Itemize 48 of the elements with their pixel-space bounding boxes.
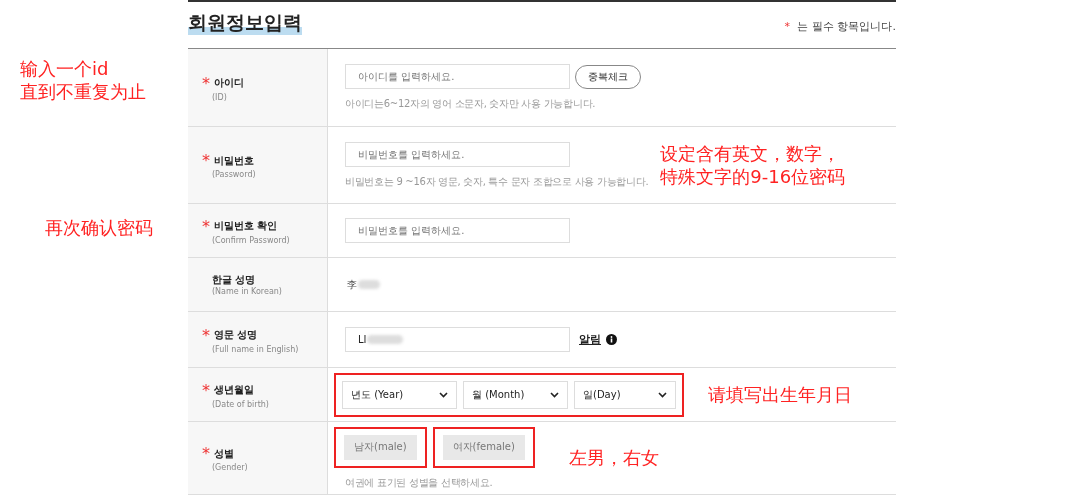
notice-link[interactable]: 알림 (579, 332, 601, 347)
field-sublabel: (Date of birth) (212, 399, 270, 409)
required-mark: * (202, 325, 210, 345)
caret-icon (550, 391, 559, 398)
field-sublabel: (Full name in English) (212, 344, 300, 354)
field-label: 비밀번호 (214, 153, 254, 168)
required-mark: * (202, 380, 210, 400)
password-field[interactable]: 비밀번호를 입력하세요. (345, 141, 570, 167)
gender-button[interactable]: 여자(female) (442, 434, 525, 460)
field-hint: 비밀번호는 9 ~16자 영문, 숫자, 특수 문자 조합으로 사용 가능합니다. (345, 174, 649, 189)
field-label: 한글 성명 (212, 273, 256, 287)
field-hint: 아이디는6~12자의 영어 소문자, 숫자만 사용 가능합니다. (345, 97, 597, 111)
field-label: 생년월일 (214, 383, 254, 397)
annotation-note: 特殊文字的9-16位密码 (660, 165, 846, 189)
field-label: 비밀번호 확인 (214, 219, 278, 233)
field-sublabel: (Confirm Password) (212, 235, 291, 245)
field-sublabel: (Gender) (212, 463, 249, 472)
field-sublabel: (ID) (212, 92, 228, 102)
field-sublabel: (Name in Korean) (212, 287, 283, 296)
duplicate-check-button[interactable]: 중복체크 (575, 64, 641, 89)
required-mark: * (202, 216, 210, 236)
field-label: 성별 (214, 446, 234, 461)
name-field[interactable]: LI (345, 327, 570, 352)
annotation-note: 请填写出生年月日 (708, 382, 852, 407)
annotation-note: 设定含有英文，数字， (660, 141, 841, 165)
password-field[interactable]: 비밀번호를 입력하세요. (345, 218, 570, 243)
date-select[interactable]: 년도 (Year) (342, 380, 457, 409)
name-value: 李 (347, 277, 357, 292)
field-label: 영문 성명 (214, 328, 258, 342)
required-note: * 는 필수 항목입니다. (784, 19, 896, 35)
required-mark: * (202, 444, 210, 463)
caret-icon (658, 391, 667, 398)
info-icon[interactable] (606, 334, 617, 345)
annotation-note: 输入一个id (20, 57, 109, 81)
field-sublabel: (Password) (212, 170, 257, 179)
caret-icon (439, 391, 448, 398)
annotation-note: 再次确认密码 (45, 216, 153, 240)
id-field[interactable]: 아이디를 입력하세요. (345, 64, 570, 89)
annotation-note: 直到不重复为止 (20, 80, 146, 104)
required-mark: * (202, 151, 210, 170)
date-select[interactable]: 일(Day) (574, 380, 676, 409)
blurred-text (358, 280, 380, 289)
field-hint: 여권에 표기된 성별을 선택하세요. (345, 475, 494, 490)
annotation-note: 左男，右女 (568, 446, 659, 470)
date-select[interactable]: 월 (Month) (463, 380, 568, 409)
gender-button[interactable]: 남자(male) (344, 434, 417, 460)
field-label: 아이디 (214, 76, 244, 90)
required-mark: * (202, 73, 210, 93)
